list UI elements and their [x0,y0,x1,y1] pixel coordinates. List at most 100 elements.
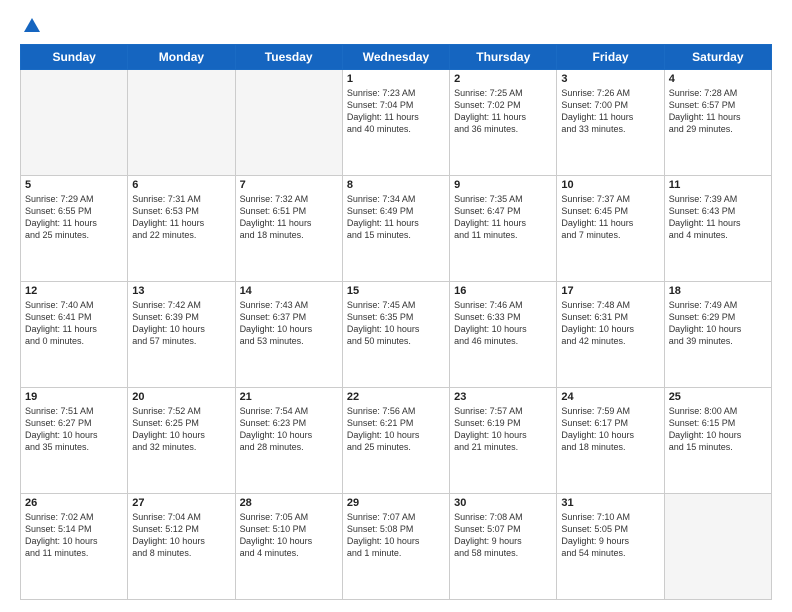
day-info: Sunrise: 7:39 AM Sunset: 6:43 PM Dayligh… [669,193,767,242]
day-number: 28 [240,497,338,509]
day-info: Sunrise: 7:08 AM Sunset: 5:07 PM Dayligh… [454,511,552,560]
calendar-cell: 1 Sunrise: 7:23 AM Sunset: 7:04 PM Daylig… [342,70,449,176]
day-info: Sunrise: 7:52 AM Sunset: 6:25 PM Dayligh… [132,405,230,454]
day-number: 25 [669,391,767,403]
calendar-cell [128,70,235,176]
day-number: 24 [561,391,659,403]
calendar-cell: 19Sunrise: 7:51 AM Sunset: 6:27 PM Dayli… [21,388,128,494]
day-info: Sunrise: 7:29 AM Sunset: 6:55 PM Dayligh… [25,193,123,242]
day-number: 15 [347,285,445,297]
day-number: 10 [561,179,659,191]
day-info: Sunrise: 7:28 AM Sunset: 6:57 PM Dayligh… [669,87,767,136]
day-number: 30 [454,497,552,509]
day-info: Sunrise: 7:05 AM Sunset: 5:10 PM Dayligh… [240,511,338,560]
day-number: 26 [25,497,123,509]
day-info: Sunrise: 7:25 AM Sunset: 7:02 PM Dayligh… [454,87,552,136]
page: Sunday Monday Tuesday Wednesday Thursday… [0,0,792,612]
col-wednesday: Wednesday [342,45,449,70]
calendar-cell: 5Sunrise: 7:29 AM Sunset: 6:55 PM Daylig… [21,176,128,282]
calendar-cell: 2 Sunrise: 7:25 AM Sunset: 7:02 PM Daylig… [450,70,557,176]
day-number: 11 [669,179,767,191]
calendar-cell: 17 Sunrise: 7:48 AM Sunset: 6:31 PM Dayli… [557,282,664,388]
calendar-cell: 30 Sunrise: 7:08 AM Sunset: 5:07 PM Dayli… [450,494,557,600]
col-thursday: Thursday [450,45,557,70]
day-info: Sunrise: 7:48 AM Sunset: 6:31 PM Dayligh… [561,299,659,348]
calendar-cell: 28 Sunrise: 7:05 AM Sunset: 5:10 PM Dayli… [235,494,342,600]
header [20,18,772,34]
day-number: 22 [347,391,445,403]
day-number: 16 [454,285,552,297]
day-info: Sunrise: 7:37 AM Sunset: 6:45 PM Dayligh… [561,193,659,242]
day-info: Sunrise: 7:26 AM Sunset: 7:00 PM Dayligh… [561,87,659,136]
day-info: Sunrise: 7:35 AM Sunset: 6:47 PM Dayligh… [454,193,552,242]
day-info: Sunrise: 7:02 AM Sunset: 5:14 PM Dayligh… [25,511,123,560]
day-number: 27 [132,497,230,509]
day-info: Sunrise: 7:31 AM Sunset: 6:53 PM Dayligh… [132,193,230,242]
calendar-cell: 14Sunrise: 7:43 AM Sunset: 6:37 PM Dayli… [235,282,342,388]
day-number: 29 [347,497,445,509]
day-number: 1 [347,73,445,85]
col-sunday: Sunday [21,45,128,70]
day-number: 12 [25,285,123,297]
calendar-cell: 16 Sunrise: 7:46 AM Sunset: 6:33 PM Dayli… [450,282,557,388]
day-info: Sunrise: 7:04 AM Sunset: 5:12 PM Dayligh… [132,511,230,560]
day-info: Sunrise: 8:00 AM Sunset: 6:15 PM Dayligh… [669,405,767,454]
day-number: 20 [132,391,230,403]
day-info: Sunrise: 7:42 AM Sunset: 6:39 PM Dayligh… [132,299,230,348]
calendar-cell: 29 Sunrise: 7:07 AM Sunset: 5:08 PM Dayli… [342,494,449,600]
calendar-cell: 4Sunrise: 7:28 AM Sunset: 6:57 PM Daylig… [664,70,771,176]
logo-icon [22,16,42,36]
calendar-cell: 23 Sunrise: 7:57 AM Sunset: 6:19 PM Dayli… [450,388,557,494]
day-number: 6 [132,179,230,191]
day-info: Sunrise: 7:59 AM Sunset: 6:17 PM Dayligh… [561,405,659,454]
day-info: Sunrise: 7:46 AM Sunset: 6:33 PM Dayligh… [454,299,552,348]
calendar-cell: 9 Sunrise: 7:35 AM Sunset: 6:47 PM Daylig… [450,176,557,282]
calendar-cell: 25 Sunrise: 8:00 AM Sunset: 6:15 PM Dayli… [664,388,771,494]
day-number: 17 [561,285,659,297]
logo [20,18,42,34]
day-number: 3 [561,73,659,85]
calendar-week-row: 5Sunrise: 7:29 AM Sunset: 6:55 PM Daylig… [21,176,772,282]
calendar-cell: 12 Sunrise: 7:40 AM Sunset: 6:41 PM Dayli… [21,282,128,388]
day-number: 31 [561,497,659,509]
calendar-cell: 20 Sunrise: 7:52 AM Sunset: 6:25 PM Dayli… [128,388,235,494]
calendar-week-row: 1 Sunrise: 7:23 AM Sunset: 7:04 PM Daylig… [21,70,772,176]
day-info: Sunrise: 7:49 AM Sunset: 6:29 PM Dayligh… [669,299,767,348]
day-info: Sunrise: 7:56 AM Sunset: 6:21 PM Dayligh… [347,405,445,454]
calendar-header-row: Sunday Monday Tuesday Wednesday Thursday… [21,45,772,70]
day-number: 2 [454,73,552,85]
day-number: 21 [240,391,338,403]
day-info: Sunrise: 7:23 AM Sunset: 7:04 PM Dayligh… [347,87,445,136]
col-friday: Friday [557,45,664,70]
day-info: Sunrise: 7:54 AM Sunset: 6:23 PM Dayligh… [240,405,338,454]
calendar-cell: 8Sunrise: 7:34 AM Sunset: 6:49 PM Daylig… [342,176,449,282]
calendar-cell: 11 Sunrise: 7:39 AM Sunset: 6:43 PM Dayli… [664,176,771,282]
calendar-week-row: 12 Sunrise: 7:40 AM Sunset: 6:41 PM Dayli… [21,282,772,388]
calendar-cell: 10 Sunrise: 7:37 AM Sunset: 6:45 PM Dayli… [557,176,664,282]
day-info: Sunrise: 7:45 AM Sunset: 6:35 PM Dayligh… [347,299,445,348]
calendar-cell: 3 Sunrise: 7:26 AM Sunset: 7:00 PM Daylig… [557,70,664,176]
calendar-cell: 27 Sunrise: 7:04 AM Sunset: 5:12 PM Dayli… [128,494,235,600]
day-info: Sunrise: 7:07 AM Sunset: 5:08 PM Dayligh… [347,511,445,560]
day-number: 13 [132,285,230,297]
calendar-cell: 21 Sunrise: 7:54 AM Sunset: 6:23 PM Dayli… [235,388,342,494]
calendar-cell: 13 Sunrise: 7:42 AM Sunset: 6:39 PM Dayli… [128,282,235,388]
calendar-week-row: 26 Sunrise: 7:02 AM Sunset: 5:14 PM Dayli… [21,494,772,600]
calendar-cell: 15 Sunrise: 7:45 AM Sunset: 6:35 PM Dayli… [342,282,449,388]
calendar-cell: 31 Sunrise: 7:10 AM Sunset: 5:05 PM Dayli… [557,494,664,600]
calendar-cell [235,70,342,176]
day-info: Sunrise: 7:57 AM Sunset: 6:19 PM Dayligh… [454,405,552,454]
day-info: Sunrise: 7:40 AM Sunset: 6:41 PM Dayligh… [25,299,123,348]
col-tuesday: Tuesday [235,45,342,70]
calendar-cell: 18 Sunrise: 7:49 AM Sunset: 6:29 PM Dayli… [664,282,771,388]
col-monday: Monday [128,45,235,70]
day-number: 9 [454,179,552,191]
day-info: Sunrise: 7:10 AM Sunset: 5:05 PM Dayligh… [561,511,659,560]
calendar-cell: 6 Sunrise: 7:31 AM Sunset: 6:53 PM Daylig… [128,176,235,282]
day-number: 18 [669,285,767,297]
day-number: 23 [454,391,552,403]
calendar-cell: 7Sunrise: 7:32 AM Sunset: 6:51 PM Daylig… [235,176,342,282]
day-info: Sunrise: 7:34 AM Sunset: 6:49 PM Dayligh… [347,193,445,242]
calendar-table: Sunday Monday Tuesday Wednesday Thursday… [20,44,772,600]
calendar-week-row: 19Sunrise: 7:51 AM Sunset: 6:27 PM Dayli… [21,388,772,494]
